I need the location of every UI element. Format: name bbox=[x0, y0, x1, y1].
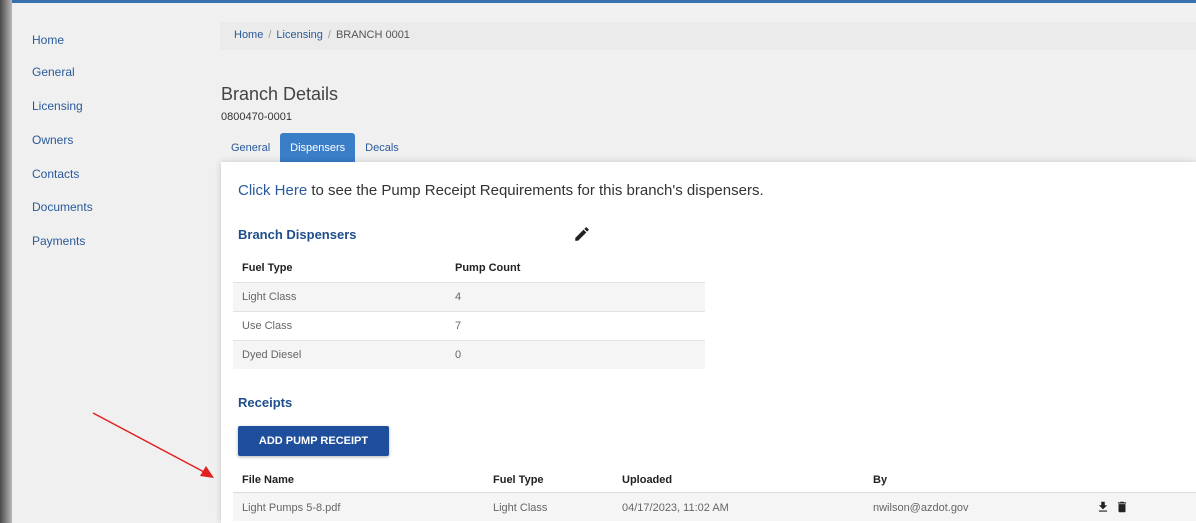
pencil-icon[interactable] bbox=[573, 225, 591, 243]
column-header-fuel-type: Fuel Type bbox=[242, 262, 293, 274]
table-row: Use Class 7 bbox=[233, 311, 705, 340]
fuel-type-cell: Dyed Diesel bbox=[242, 349, 302, 361]
fuel-type-cell: Light Class bbox=[242, 291, 297, 303]
pump-count-cell: 7 bbox=[455, 320, 462, 332]
table-header-row: File Name Fuel Type Uploaded By bbox=[233, 465, 1196, 493]
sidebar-item-documents[interactable]: Documents bbox=[32, 200, 93, 214]
fuel-type-cell: Use Class bbox=[242, 320, 293, 332]
uploaded-by-cell: nwilson@azdot.gov bbox=[873, 502, 969, 514]
file-name-cell: Light Pumps 5-8.pdf bbox=[242, 502, 341, 514]
sidebar-item-general[interactable]: General bbox=[32, 65, 75, 79]
breadcrumb: Home / Licensing / BRANCH 0001 bbox=[220, 22, 1196, 50]
column-header-pump-count: Pump Count bbox=[455, 262, 521, 274]
requirements-text: to see the Pump Receipt Requirements for… bbox=[307, 182, 764, 199]
table-row: Light Pumps 5-8.pdf Light Class 04/17/20… bbox=[233, 493, 1196, 521]
sidebar-item-owners[interactable]: Owners bbox=[32, 133, 73, 147]
fuel-type-cell: Light Class bbox=[493, 502, 548, 514]
receipts-title: Receipts bbox=[238, 395, 293, 410]
column-header-fuel-type: Fuel Type bbox=[493, 474, 544, 486]
pump-count-cell: 0 bbox=[455, 349, 462, 361]
sidebar-item-payments[interactable]: Payments bbox=[32, 234, 85, 248]
table-header-row: Fuel Type Pump Count bbox=[233, 254, 705, 282]
column-header-uploaded: Uploaded bbox=[622, 474, 673, 486]
breadcrumb-home[interactable]: Home bbox=[234, 29, 263, 41]
tab-general[interactable]: General bbox=[221, 133, 280, 162]
tab-dispensers[interactable]: Dispensers bbox=[280, 133, 356, 162]
tab-bar: General Dispensers Decals bbox=[221, 133, 409, 162]
requirements-link[interactable]: Click Here bbox=[238, 182, 307, 199]
trash-icon[interactable] bbox=[1115, 500, 1129, 514]
download-icon[interactable] bbox=[1096, 500, 1110, 514]
uploaded-cell: 04/17/2023, 11:02 AM bbox=[622, 502, 729, 514]
sidebar-item-licensing[interactable]: Licensing bbox=[32, 99, 83, 113]
dispensers-panel: Click Here to see the Pump Receipt Requi… bbox=[221, 162, 1196, 523]
receipt-requirements-info: Click Here to see the Pump Receipt Requi… bbox=[238, 182, 764, 199]
breadcrumb-licensing[interactable]: Licensing bbox=[276, 29, 322, 41]
column-header-file-name: File Name bbox=[242, 474, 294, 486]
dispensers-table: Fuel Type Pump Count Light Class 4 Use C… bbox=[233, 254, 705, 369]
table-row: Light Class 4 bbox=[233, 282, 705, 311]
branch-id: 0800470-0001 bbox=[221, 111, 292, 123]
branch-dispensers-title: Branch Dispensers bbox=[238, 227, 357, 242]
window-edge bbox=[0, 0, 12, 523]
add-pump-receipt-button[interactable]: ADD PUMP RECEIPT bbox=[238, 426, 389, 456]
breadcrumb-separator: / bbox=[268, 29, 272, 41]
sidebar-item-contacts[interactable]: Contacts bbox=[32, 167, 79, 181]
tab-decals[interactable]: Decals bbox=[355, 133, 409, 162]
pump-count-cell: 4 bbox=[455, 291, 462, 303]
sidebar: Home General Licensing Owners Contacts D… bbox=[12, 3, 207, 523]
sidebar-item-home[interactable]: Home bbox=[32, 33, 64, 47]
page-title: Branch Details bbox=[221, 84, 339, 104]
breadcrumb-current: BRANCH 0001 bbox=[335, 29, 410, 41]
table-row: Dyed Diesel 0 bbox=[233, 340, 705, 369]
receipts-table: File Name Fuel Type Uploaded By Light Pu… bbox=[233, 465, 1196, 521]
breadcrumb-separator: / bbox=[327, 29, 331, 41]
column-header-by: By bbox=[873, 474, 888, 486]
